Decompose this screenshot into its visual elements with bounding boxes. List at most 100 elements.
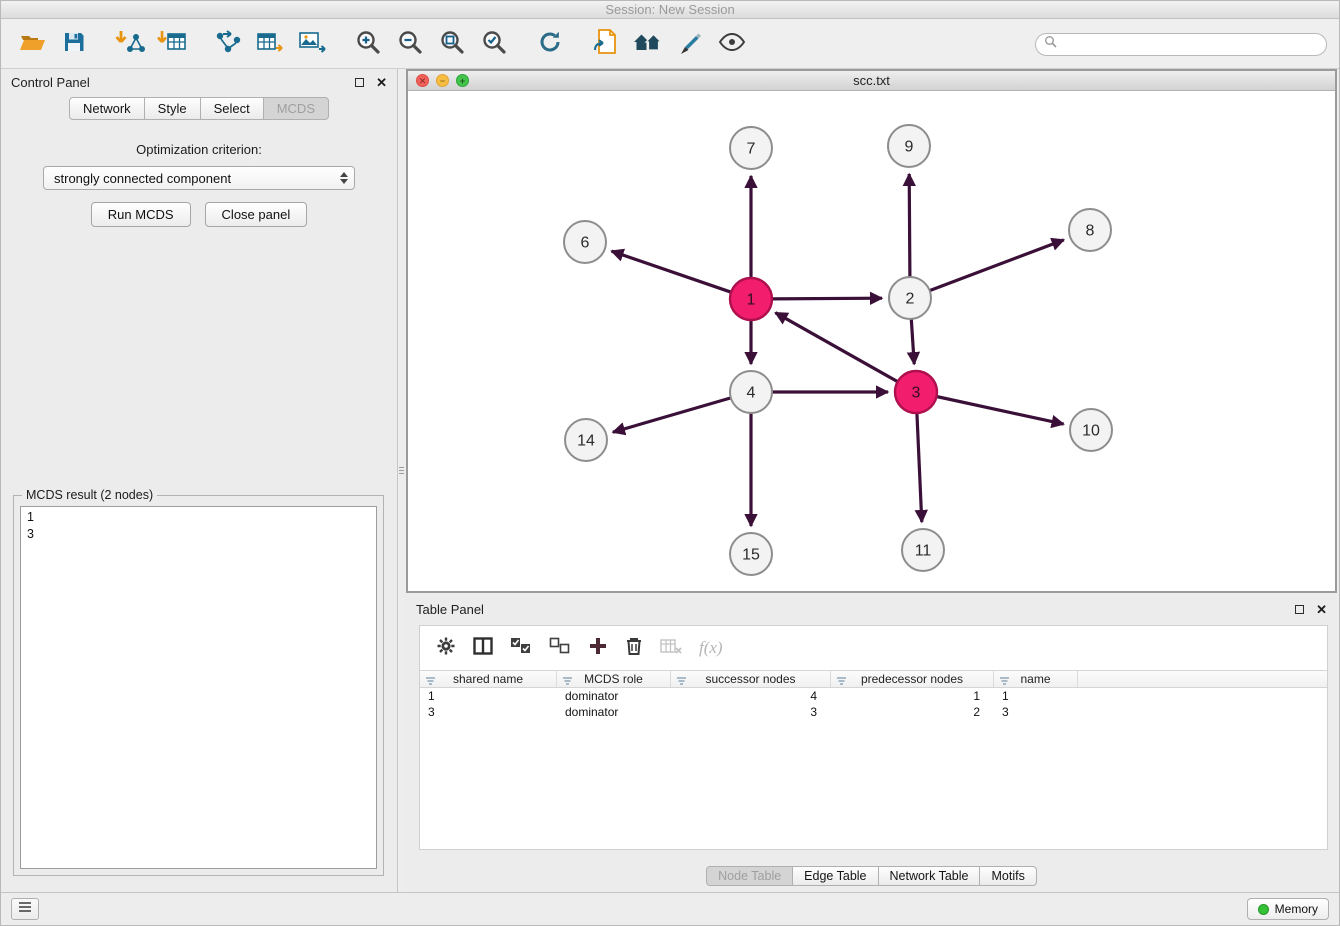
column-header-successor-nodes[interactable]: successor nodes xyxy=(671,671,831,687)
delete-table-button[interactable] xyxy=(660,638,682,659)
graph-edge-3-10[interactable] xyxy=(937,397,1064,425)
columns-icon xyxy=(473,637,493,660)
tab-style[interactable]: Style xyxy=(144,97,201,120)
open-folder-icon xyxy=(19,30,46,59)
zoom-selected-button[interactable] xyxy=(473,23,515,65)
zoom-fit-button[interactable] xyxy=(431,23,473,65)
column-header-predecessor-nodes[interactable]: predecessor nodes xyxy=(831,671,994,687)
plus-icon xyxy=(588,636,608,661)
app-window: Session: New Session xyxy=(0,0,1340,926)
graph-edge-1-6[interactable] xyxy=(612,251,732,292)
sort-icon xyxy=(999,675,1010,689)
graph-node-label: 1 xyxy=(747,292,756,309)
select-all-button[interactable] xyxy=(510,637,532,660)
sort-icon xyxy=(676,675,687,689)
close-table-panel-icon[interactable] xyxy=(1316,605,1327,615)
column-header-MCDS-role[interactable]: MCDS role xyxy=(557,671,671,687)
panel-splitter[interactable] xyxy=(398,69,406,892)
table-cell[interactable]: 2 xyxy=(831,704,994,720)
open-session-button[interactable] xyxy=(11,23,53,65)
open-in-browser-button[interactable] xyxy=(585,23,627,65)
export-image-button[interactable] xyxy=(291,23,333,65)
graph-edge-3-1[interactable] xyxy=(775,313,897,382)
function-builder-button[interactable]: f(x) xyxy=(699,638,723,658)
memory-button[interactable]: Memory xyxy=(1247,898,1329,920)
graph-edge-2-8[interactable] xyxy=(930,240,1064,291)
zoom-out-button[interactable] xyxy=(389,23,431,65)
zoom-in-button[interactable] xyxy=(347,23,389,65)
save-session-button[interactable] xyxy=(53,23,95,65)
first-neighbors-button[interactable] xyxy=(627,23,669,65)
task-history-button[interactable] xyxy=(11,898,39,920)
table-settings-button[interactable] xyxy=(436,636,456,661)
table-cell[interactable]: 1 xyxy=(994,688,1078,704)
delete-column-button[interactable] xyxy=(625,636,643,661)
import-network-button[interactable] xyxy=(109,23,151,65)
close-window-icon[interactable] xyxy=(416,74,429,87)
export-image-icon xyxy=(298,30,326,59)
control-panel-header: Control Panel xyxy=(1,69,397,94)
tab-network-table[interactable]: Network Table xyxy=(878,866,981,886)
graph-edge-3-11[interactable] xyxy=(917,413,922,522)
graph-node-label: 14 xyxy=(577,433,595,450)
table-cell[interactable]: 1 xyxy=(831,688,994,704)
tab-mcds[interactable]: MCDS xyxy=(263,97,329,120)
graph-edge-2-9[interactable] xyxy=(909,174,910,277)
mcds-result-group: MCDS result (2 nodes) 1 3 xyxy=(13,495,384,876)
search-input[interactable] xyxy=(1062,36,1318,52)
graph-edge-4-14[interactable] xyxy=(613,398,731,432)
graph-node-label: 15 xyxy=(742,547,760,564)
export-table-button[interactable] xyxy=(249,23,291,65)
add-column-button[interactable] xyxy=(588,636,608,661)
graph-edge-1-2[interactable] xyxy=(772,298,882,299)
column-header-shared-name[interactable]: shared name xyxy=(420,671,557,687)
tab-select[interactable]: Select xyxy=(200,97,264,120)
houses-icon xyxy=(633,30,663,59)
tab-node-table[interactable]: Node Table xyxy=(706,866,793,886)
table-cell[interactable]: dominator xyxy=(557,704,671,720)
table-cell[interactable]: 3 xyxy=(671,704,831,720)
table-cell[interactable]: 3 xyxy=(994,704,1078,720)
criterion-dropdown[interactable]: strongly connected component xyxy=(43,166,355,190)
memory-label: Memory xyxy=(1275,902,1318,916)
paint-style-button[interactable] xyxy=(669,23,711,65)
refresh-icon xyxy=(537,29,563,60)
tab-edge-table[interactable]: Edge Table xyxy=(792,866,878,886)
table-tabs: Node Table Edge Table Network Table Moti… xyxy=(406,866,1337,886)
network-window-title: scc.txt xyxy=(853,73,890,88)
zoom-selected-icon xyxy=(481,29,507,60)
search-box xyxy=(1035,33,1327,56)
import-table-button[interactable] xyxy=(151,23,193,65)
tab-network[interactable]: Network xyxy=(69,97,145,120)
delete-table-icon xyxy=(660,638,682,659)
show-columns-button[interactable] xyxy=(473,637,493,660)
run-mcds-button[interactable]: Run MCDS xyxy=(91,202,191,227)
show-hide-button[interactable] xyxy=(711,23,753,65)
document-share-icon xyxy=(593,28,619,61)
graph-edge-2-3[interactable] xyxy=(911,319,914,364)
refresh-button[interactable] xyxy=(529,23,571,65)
graph-node-label: 11 xyxy=(915,543,932,560)
table-cell[interactable]: dominator xyxy=(557,688,671,704)
mcds-result-text[interactable]: 1 3 xyxy=(20,506,377,869)
network-canvas[interactable]: 7968124314101511 xyxy=(408,92,1335,591)
zoom-in-icon xyxy=(355,29,381,60)
table-cell[interactable]: 1 xyxy=(420,688,557,704)
minimize-window-icon[interactable] xyxy=(436,74,449,87)
maximize-window-icon[interactable] xyxy=(456,74,469,87)
float-panel-icon[interactable] xyxy=(355,78,364,87)
table-row[interactable]: 1dominator411 xyxy=(420,688,1327,704)
column-header-name[interactable]: name xyxy=(994,671,1078,687)
table-row[interactable]: 3dominator323 xyxy=(420,704,1327,720)
tab-motifs[interactable]: Motifs xyxy=(979,866,1036,886)
table-body: 1dominator4113dominator323 xyxy=(420,688,1327,720)
close-panel-button[interactable]: Close panel xyxy=(205,202,308,227)
trash-icon xyxy=(625,636,643,661)
table-cell[interactable]: 4 xyxy=(671,688,831,704)
close-panel-icon[interactable] xyxy=(376,78,387,88)
network-graph[interactable]: 7968124314101511 xyxy=(408,92,1334,593)
export-network-button[interactable] xyxy=(207,23,249,65)
table-cell[interactable]: 3 xyxy=(420,704,557,720)
unselect-all-button[interactable] xyxy=(549,637,571,660)
float-table-panel-icon[interactable] xyxy=(1295,605,1304,614)
